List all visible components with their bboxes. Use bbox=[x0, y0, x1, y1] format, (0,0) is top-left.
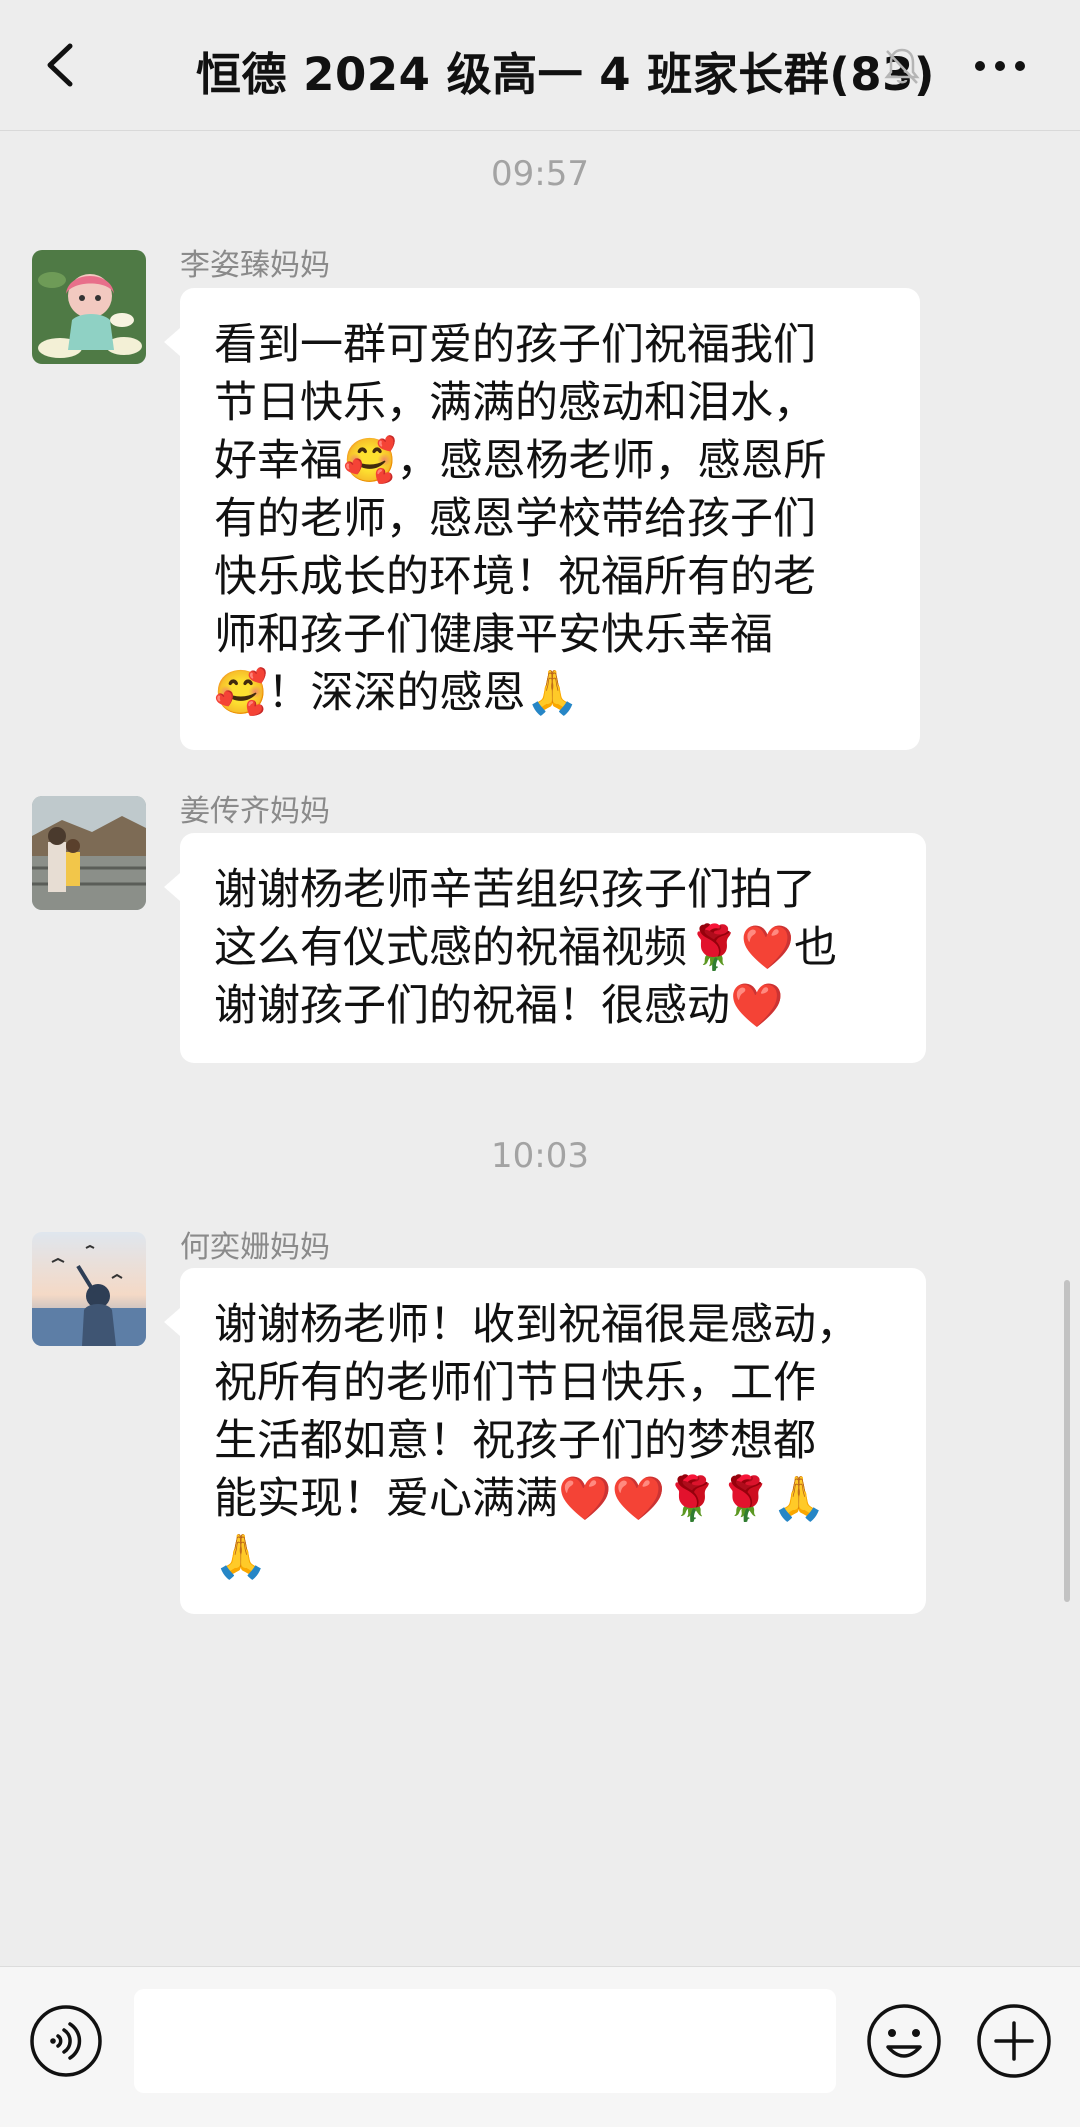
plus-icon bbox=[977, 2004, 1051, 2078]
message-input[interactable] bbox=[134, 1989, 836, 2093]
avatar[interactable] bbox=[32, 796, 146, 910]
message-bubble[interactable]: 谢谢杨老师！收到祝福很是感动， 祝所有的老师们节日快乐，工作 生活都如意！祝孩子… bbox=[164, 1268, 926, 1614]
chat-screen: 恒德 2024 级高一 4 班家长群(83) 09:57 李姿臻妈妈 看到一群可… bbox=[0, 0, 1080, 2127]
group-title: 恒德 2024 级高一 4 班家长群(83) bbox=[196, 48, 935, 101]
timestamp: 10:03 bbox=[491, 1136, 589, 1176]
emoji-button[interactable] bbox=[864, 2001, 944, 2081]
emoji-icon bbox=[867, 2004, 941, 2078]
input-bar bbox=[0, 1966, 1080, 2127]
avatar-cartoon-girl-lotus bbox=[32, 250, 146, 364]
sender-name: 姜传齐妈妈 bbox=[180, 794, 330, 829]
chat-header: 恒德 2024 级高一 4 班家长群(83) bbox=[0, 0, 1080, 131]
chevron-left-icon bbox=[47, 43, 73, 87]
voice-button[interactable] bbox=[28, 2003, 104, 2079]
scrollbar[interactable] bbox=[1064, 1280, 1070, 1602]
voice-icon bbox=[30, 2005, 102, 2077]
sender-name: 李姿臻妈妈 bbox=[180, 248, 330, 283]
back-button[interactable] bbox=[34, 34, 90, 96]
avatar[interactable] bbox=[32, 1232, 146, 1346]
message-bubble[interactable]: 看到一群可爱的孩子们祝福我们 节日快乐，满满的感动和泪水， 好幸福🥰，感恩杨老师… bbox=[164, 288, 920, 750]
more-dots-icon bbox=[975, 61, 1025, 71]
avatar[interactable] bbox=[32, 250, 146, 364]
sender-name: 何奕姗妈妈 bbox=[180, 1230, 330, 1265]
message-bubble[interactable]: 谢谢杨老师辛苦组织孩子们拍了 这么有仪式感的祝福视频🌹❤️也 谢谢孩子们的祝福！… bbox=[164, 833, 926, 1063]
more-functions-button[interactable] bbox=[974, 2001, 1054, 2081]
more-options-button[interactable] bbox=[970, 48, 1030, 84]
avatar-family-photo bbox=[32, 796, 146, 910]
avatar-girl-seaside-birds bbox=[32, 1232, 146, 1346]
bell-off-icon bbox=[882, 45, 922, 87]
timestamp: 09:57 bbox=[491, 154, 589, 194]
